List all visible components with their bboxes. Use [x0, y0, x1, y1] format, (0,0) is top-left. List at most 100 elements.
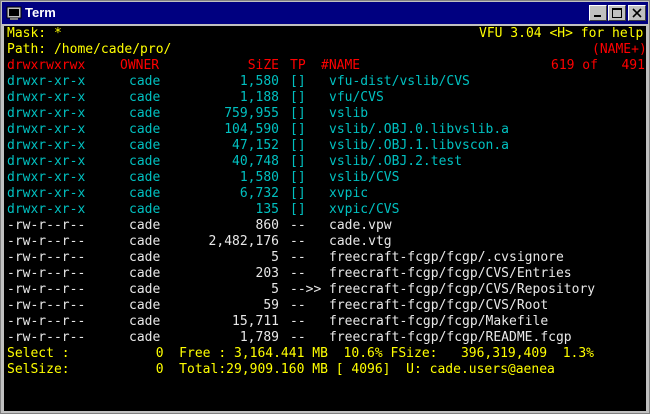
file-perms: -rw-r--r-- — [7, 266, 86, 281]
file-owner: cade — [129, 218, 161, 233]
file-perms: drwxr-xr-x — [7, 170, 86, 185]
directory-row[interactable]: drwxr-xr-x cade 1,580 [] vslib/CVS — [7, 170, 643, 186]
file-name: cade.vtg — [329, 234, 392, 249]
file-owner: cade — [129, 202, 161, 217]
file-size: 47,152 — [232, 138, 279, 153]
file-perms: drwxr-xr-x — [7, 138, 86, 153]
file-perms: -rw-r--r-- — [7, 282, 86, 297]
file-name: vslib/.OBJ.2.test — [329, 154, 463, 169]
file-size: 59 — [263, 298, 279, 313]
file-type: [] — [290, 186, 306, 201]
file-row[interactable]: -rw-r--r-- cade 203 -- freecraft-fcgp/fcgp/C… — [7, 266, 643, 282]
file-owner: cade — [129, 250, 161, 265]
current-path: Path: /home/cade/pro/ — [7, 42, 172, 57]
file-perms: drwxr-xr-x — [7, 154, 86, 169]
directory-row[interactable]: drwxr-xr-x cade 40,748 [] vslib/.OBJ.2.test — [7, 154, 643, 170]
file-type: -- — [290, 250, 306, 265]
col-size: SiZE — [247, 58, 279, 73]
directory-row[interactable]: drwxr-xr-x cade 1,188 [] vfu/CVS — [7, 90, 643, 106]
file-perms: drwxr-xr-x — [7, 122, 86, 137]
col-owner: OWNER — [120, 58, 160, 73]
file-name: vfu/CVS — [329, 90, 384, 105]
file-row[interactable]: -rw-r--r-- cade 5 -- freecraft-fcgp/fcgp/.cv… — [7, 250, 643, 266]
file-type: [] — [290, 202, 306, 217]
close-button[interactable] — [628, 5, 646, 21]
file-type: [] — [290, 138, 306, 153]
directory-row[interactable]: drwxr-xr-x cade 1,580 [] vfu-dist/vslib/CVS — [7, 74, 643, 90]
col-name: #NAME — [321, 58, 361, 73]
file-name: vslib/.OBJ.1.libvscon.a — [329, 138, 510, 153]
file-size: 1,580 — [239, 74, 279, 89]
file-type: [] — [290, 106, 306, 121]
col-type: TP — [290, 58, 306, 73]
file-name: freecraft-fcgp/fcgp/README.fcgp — [329, 330, 572, 345]
file-type: -- — [290, 314, 306, 329]
file-type: -- — [290, 330, 306, 345]
file-name: freecraft-fcgp/fcgp/Makefile — [329, 314, 549, 329]
file-perms: drwxr-xr-x — [7, 106, 86, 121]
file-row[interactable]: -rw-r--r-- cade 2,482,176 -- cade.vtg — [7, 234, 643, 250]
file-name: vslib/.OBJ.0.libvslib.a — [329, 122, 510, 137]
file-perms: -rw-r--r-- — [7, 330, 86, 345]
file-size: 203 — [255, 266, 279, 281]
file-perms: drwxr-xr-x — [7, 74, 86, 89]
close-icon — [632, 8, 642, 18]
file-type: [] — [290, 90, 306, 105]
file-owner: cade — [129, 170, 161, 185]
directory-row[interactable]: drwxr-xr-x cade 104,590 [] vslib/.OBJ.0.libv… — [7, 122, 643, 138]
file-perms: -rw-r--r-- — [7, 250, 86, 265]
file-perms: drwxr-xr-x — [7, 202, 86, 217]
file-size: 104,590 — [224, 122, 279, 137]
file-type: -->> — [290, 282, 322, 297]
file-owner: cade — [129, 138, 161, 153]
terminal-app-icon — [6, 6, 22, 20]
file-owner: cade — [129, 266, 161, 281]
file-type: -- — [290, 218, 306, 233]
file-position: 619 of 4911 — [551, 58, 646, 73]
maximize-icon — [612, 8, 622, 18]
file-owner: cade — [129, 298, 161, 313]
header-row-2: Path: /home/cade/pro/ (NAME+) — [7, 42, 646, 58]
directory-row[interactable]: drwxr-xr-x cade 759,955 [] vslib — [7, 106, 643, 122]
file-owner: cade — [129, 234, 161, 249]
file-owner: cade — [129, 106, 161, 121]
file-owner: cade — [129, 282, 161, 297]
file-owner: cade — [129, 330, 161, 345]
file-owner: cade — [129, 90, 161, 105]
file-size: 5 — [271, 250, 279, 265]
minimize-button[interactable] — [589, 5, 607, 21]
file-name: freecraft-fcgp/fcgp/CVS/Entries — [329, 266, 572, 281]
file-row[interactable]: -rw-r--r-- cade 59 -- freecraft-fcgp/fcgp/CV… — [7, 298, 643, 314]
file-name: freecraft-fcgp/fcgp/CVS/Repository — [329, 282, 596, 297]
file-size: 135 — [255, 202, 279, 217]
directory-row[interactable]: drwxr-xr-x cade 6,732 [] xvpic — [7, 186, 643, 202]
file-size: 5 — [271, 282, 279, 297]
file-perms: -rw-r--r-- — [7, 298, 86, 313]
file-type: -- — [290, 266, 306, 281]
file-type: [] — [290, 74, 306, 89]
file-type: -- — [290, 234, 306, 249]
file-size: 40,748 — [232, 154, 279, 169]
file-row[interactable]: -rw-r--r-- cade 1,789 -- freecraft-fcgp/fcgp… — [7, 330, 643, 346]
file-row[interactable]: -rw-r--r-- cade 860 -- cade.vpw — [7, 218, 643, 234]
file-owner: cade — [129, 314, 161, 329]
file-size: 1,789 — [239, 330, 279, 345]
directory-row[interactable]: drwxr-xr-x cade 135 [] xvpic/CVS — [7, 202, 643, 218]
file-owner: cade — [129, 122, 161, 137]
file-name: xvpic/CVS — [329, 202, 400, 217]
file-name: vslib — [329, 106, 369, 121]
file-perms: -rw-r--r-- — [7, 218, 86, 233]
file-row[interactable]: -rw-r--r-- cade 5 -->> freecraft-fcgp/fcgp/C… — [7, 282, 643, 298]
file-mask: Mask: * — [7, 26, 62, 41]
file-perms: -rw-r--r-- — [7, 234, 86, 249]
file-name: vslib/CVS — [329, 170, 400, 185]
terminal-screen[interactable]: Mask: * VFU 3.04 <H> for help Path: /hom… — [4, 26, 646, 411]
file-perms: drwxr-xr-x — [7, 186, 86, 201]
file-row[interactable]: -rw-r--r-- cade 15,711 -- freecraft-fcgp/fcg… — [7, 314, 643, 330]
maximize-button[interactable] — [608, 5, 626, 21]
file-name: freecraft-fcgp/fcgp/CVS/Root — [329, 298, 549, 313]
file-name: xvpic — [329, 186, 369, 201]
title-bar[interactable]: Term — [2, 2, 648, 24]
directory-row[interactable]: drwxr-xr-x cade 47,152 [] vslib/.OBJ.1.libvs… — [7, 138, 643, 154]
column-header: drwxrwxrwx OWNER SiZE TP #NAME 619 of 49… — [7, 58, 646, 74]
